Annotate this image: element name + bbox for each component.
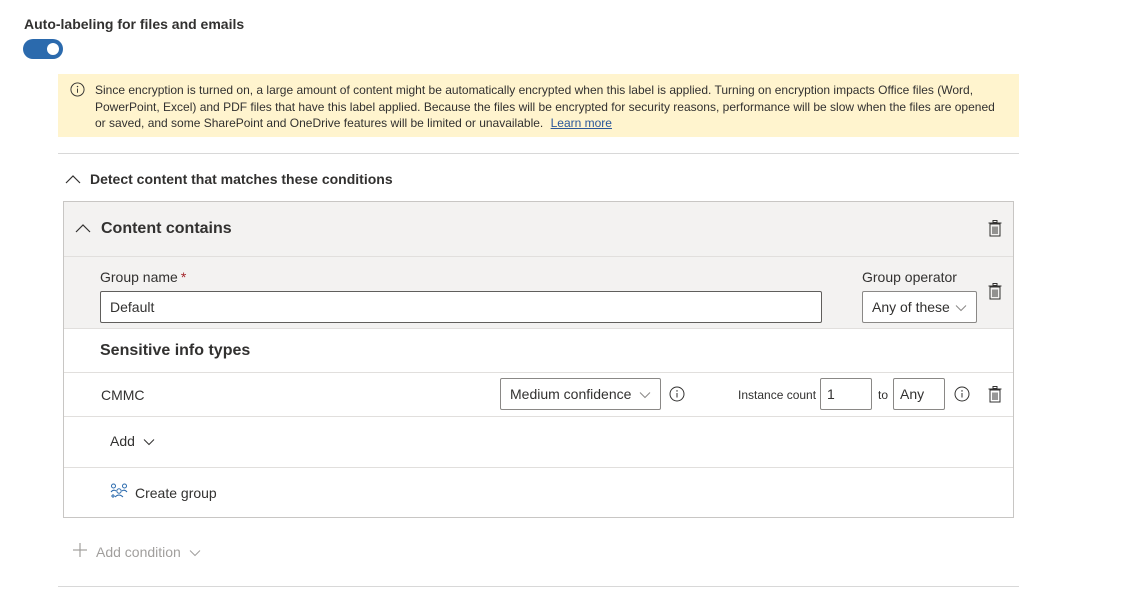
create-group-label: Create group [135,484,217,501]
detect-conditions-header[interactable]: Detect content that matches these condit… [64,171,393,187]
trash-icon[interactable] [988,283,1002,303]
chevron-down-icon [639,379,651,409]
content-contains-toggle[interactable]: Content contains [74,220,232,238]
chevron-down-icon [189,544,201,560]
group-name-input[interactable]: Default [100,291,822,323]
detect-conditions-title: Detect content that matches these condit… [90,171,393,187]
create-group-icon [110,483,128,502]
group-row: Group name * Default Group operator Any o… [64,257,1013,329]
chevron-down-icon [143,433,155,449]
add-label: Add [110,433,135,449]
create-group-row: Create group [64,468,1013,517]
group-operator-value: Any of these [872,299,950,315]
confidence-info-icon[interactable] [669,386,685,405]
auto-labeling-toggle[interactable] [23,39,63,59]
trash-icon[interactable] [988,220,1002,240]
group-name-label-text: Group name [100,269,178,285]
add-condition-button[interactable]: Add condition [72,542,201,561]
toggle-knob [47,43,59,55]
encryption-warning-banner: Since encryption is turned on, a large a… [58,74,1019,137]
confidence-value: Medium confidence [510,386,632,402]
group-operator-label: Group operator [862,269,957,285]
section-title: Auto-labeling for files and emails [24,16,245,32]
to-label: to [878,388,889,402]
add-row: Add [64,417,1013,468]
instance-count-label: Instance count [738,388,817,402]
add-condition-label: Add condition [96,543,181,560]
sit-row: CMMC Medium confidence Instance count 1 … [64,373,1013,417]
chevron-up-icon [74,220,92,238]
sensitive-info-types-title: Sensitive info types [100,342,251,359]
info-icon [70,82,85,102]
confidence-dropdown[interactable]: Medium confidence [500,378,661,410]
instance-count-min-input[interactable]: 1 [820,378,872,410]
group-name-label: Group name * [100,269,186,285]
content-contains-title: Content contains [101,220,232,237]
create-group-button[interactable]: Create group [110,483,217,502]
plus-icon [72,542,88,561]
instance-count-info-icon[interactable] [954,386,970,405]
content-contains-card: Content contains Group name * Default Gro… [63,201,1014,518]
divider-top [58,153,1019,154]
instance-count-max-input[interactable]: Any [893,378,945,410]
required-mark: * [180,269,187,285]
chevron-up-icon [64,171,82,187]
trash-icon[interactable] [988,386,1002,406]
banner-text: Since encryption is turned on, a large a… [95,83,995,130]
divider-bottom [58,586,1019,587]
content-contains-header-row: Content contains [64,202,1013,257]
sit-name: CMMC [101,387,145,403]
add-button[interactable]: Add [110,433,155,449]
chevron-down-icon [955,292,967,322]
sensitive-info-types-header-row: Sensitive info types [64,329,1013,373]
group-operator-dropdown[interactable]: Any of these [862,291,977,323]
learn-more-link[interactable]: Learn more [551,116,612,130]
